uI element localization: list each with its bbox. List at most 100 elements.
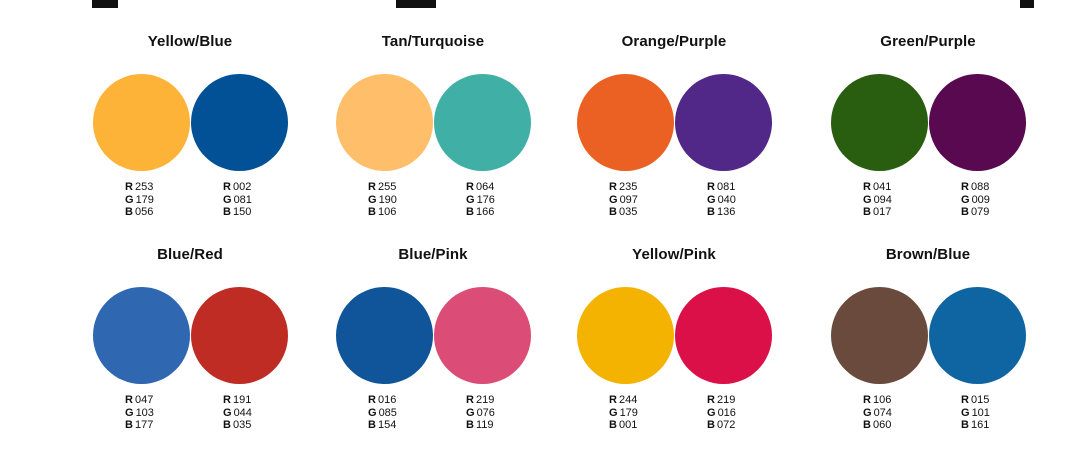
channel-label-b: B [863,206,871,218]
channel-label-r: R [609,394,617,406]
right-color-swatch [675,74,772,171]
rgb-line-b: B 106 [368,206,397,219]
channel-label-g: G [125,193,134,206]
channel-label-b: B [961,206,969,218]
rgb-line-b: B 136 [707,206,736,219]
rgb-line-g: G 040 [707,194,736,207]
rgb-line-r: R 081 [707,181,736,194]
channel-label-g: G [863,406,872,419]
color-pair-title: Blue/Red [157,246,223,263]
channel-value-r: 191 [232,394,252,406]
right-color-swatch [675,287,772,384]
rgb-line-r: R 253 [125,181,154,194]
cropped-heading-fragment [1020,0,1034,8]
channel-value-g: 044 [233,406,252,419]
channel-value-g: 009 [971,193,990,206]
channel-label-g: G [466,193,475,206]
channel-label-b: B [961,419,969,431]
channel-value-b: 017 [872,206,892,218]
rgb-line-g: G 076 [466,407,495,420]
channel-label-b: B [466,206,474,218]
rgb-line-r: R 191 [223,394,252,407]
rgb-line-r: R 235 [609,181,638,194]
rgb-line-r: R 244 [609,394,638,407]
channel-label-g: G [368,406,377,419]
cropped-heading-fragment [92,0,118,8]
left-rgb-values: R 106 G 074 B 060 [863,394,892,432]
channel-value-g: 190 [378,193,397,206]
channel-label-r: R [707,394,715,406]
right-rgb-values: R 088 G 009 B 079 [961,181,990,219]
rgb-line-r: R 047 [125,394,154,407]
color-pair-title: Green/Purple [880,33,976,50]
rgb-line-g: G 085 [368,407,397,420]
rgb-line-g: G 044 [223,407,252,420]
channel-value-b: 060 [872,419,892,431]
right-color-swatch [434,287,531,384]
channel-label-r: R [466,181,474,193]
color-pair-panel: Yellow/Pink R 244 G 179 B 001 R 219 G 016 B 072 [554,246,794,466]
channel-value-r: 064 [475,181,495,193]
channel-value-b: 072 [716,419,736,431]
channel-value-g: 085 [378,406,397,419]
channel-label-r: R [223,394,231,406]
rgb-line-g: G 081 [223,194,252,207]
right-rgb-values: R 064 G 176 B 166 [466,181,495,219]
channel-label-g: G [707,193,716,206]
color-pair-title: Yellow/Blue [147,33,233,50]
channel-value-g: 103 [135,406,154,419]
rgb-line-g: G 179 [609,407,638,420]
channel-label-g: G [223,406,232,419]
channel-value-b: 035 [232,419,252,431]
channel-value-r: 219 [716,394,736,406]
channel-label-r: R [863,394,871,406]
channel-label-g: G [125,406,134,419]
rgb-line-g: G 097 [609,194,638,207]
channel-label-r: R [961,394,969,406]
right-rgb-values: R 002 G 081 B 150 [223,181,252,219]
color-pair-title: Brown/Blue [885,246,971,263]
rgb-line-g: G 176 [466,194,495,207]
channel-value-g: 074 [873,406,892,419]
channel-value-b: 166 [475,206,495,218]
rgb-line-g: G 103 [125,407,154,420]
rgb-line-r: R 041 [863,181,892,194]
channel-label-g: G [609,406,618,419]
channel-label-r: R [707,181,715,193]
channel-label-r: R [368,394,376,406]
channel-label-b: B [466,419,474,431]
rgb-line-r: R 106 [863,394,892,407]
left-rgb-values: R 253 G 179 B 056 [125,181,154,219]
color-pair-panel: Blue/Pink R 016 G 085 B 154 R 219 G 076 B 119 [313,246,553,466]
rgb-line-b: B 150 [223,206,252,219]
rgb-line-b: B 119 [466,419,495,432]
channel-label-g: G [707,406,716,419]
channel-label-r: R [223,181,231,193]
color-pair-panel: Green/Purple R 041 G 094 B 017 R 088 G 009 B 079 [808,33,1048,253]
right-color-swatch [191,74,288,171]
channel-value-g: 176 [476,193,495,206]
channel-value-b: 035 [618,206,638,218]
left-color-swatch [93,74,190,171]
channel-label-b: B [368,206,376,218]
left-color-swatch [577,287,674,384]
channel-value-b: 119 [475,419,494,431]
rgb-line-g: G 094 [863,194,892,207]
rgb-line-b: B 166 [466,206,495,219]
color-pair-title: Blue/Pink [398,246,468,263]
rgb-line-g: G 190 [368,194,397,207]
color-pair-title: Yellow/Pink [632,246,716,263]
channel-value-g: 101 [971,406,990,419]
channel-label-b: B [223,419,231,431]
rgb-line-b: B 060 [863,419,892,432]
right-rgb-values: R 219 G 016 B 072 [707,394,736,432]
rgb-line-g: G 101 [961,407,990,420]
channel-value-r: 047 [134,394,154,406]
channel-value-g: 094 [873,193,892,206]
cropped-heading-fragment [396,0,436,8]
left-color-swatch [93,287,190,384]
channel-label-b: B [863,419,871,431]
channel-value-g: 097 [619,193,638,206]
color-pair-panel: Orange/Purple R 235 G 097 B 035 R 081 G 040 B 136 [554,33,794,253]
channel-value-r: 081 [716,181,736,193]
